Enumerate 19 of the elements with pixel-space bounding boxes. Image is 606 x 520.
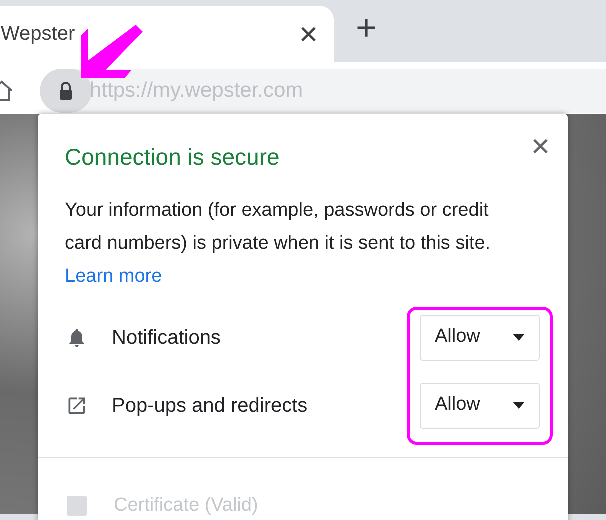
caret-icon [513, 334, 525, 341]
permission-label: Notifications [112, 326, 222, 350]
popup-title: Connection is secure [65, 143, 280, 172]
caret-icon [513, 402, 525, 409]
home-icon[interactable] [0, 80, 14, 102]
tab-title: Wepster [1, 22, 76, 47]
permission-dropdown[interactable]: Allow [420, 382, 540, 428]
permission-label: Pop-ups and redirects [112, 394, 309, 418]
permission-dropdown[interactable]: Allow [420, 314, 540, 360]
learn-more-link[interactable]: Learn more [65, 266, 162, 286]
tab-close-button[interactable]: × [299, 18, 318, 50]
security-message: Your information (for example, passwords or credit card numbers) is private when it is sent to this site. Learn more [64, 198, 492, 288]
close-button[interactable]: × [531, 130, 550, 162]
lock-icon [59, 82, 73, 100]
certificate-icon [66, 494, 88, 517]
new-tab-button[interactable]: + [356, 10, 378, 46]
lock-button[interactable] [40, 69, 92, 113]
browser-tab[interactable]: Wepster × [0, 6, 334, 62]
certificate-label: Certificate (Valid) [114, 494, 258, 518]
